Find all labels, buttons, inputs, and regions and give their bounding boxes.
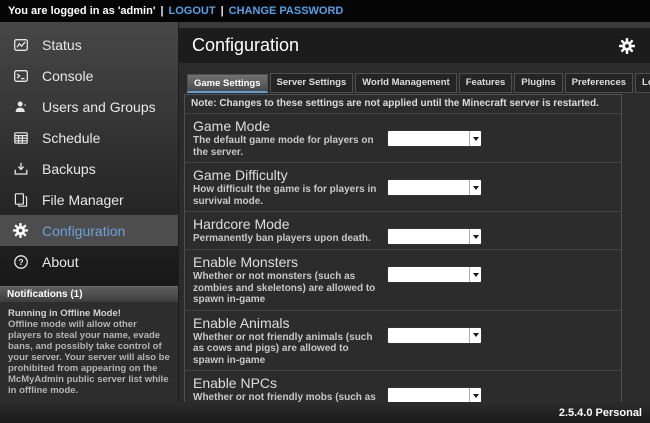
notifications-header-label: Notifications (1): [7, 289, 83, 300]
gear-icon: [618, 37, 636, 55]
sidebar: Status Console Users and Groups: [0, 22, 178, 402]
notifications-body: Running in Offline Mode! Offline mode wi…: [0, 302, 178, 402]
backups-download-icon: [12, 160, 29, 177]
console-icon: [12, 67, 29, 84]
sidebar-item-label: Backups: [42, 161, 96, 177]
chevron-down-icon: [469, 180, 481, 195]
schedule-icon: [12, 129, 29, 146]
sidebar-item-label: Console: [42, 68, 93, 84]
setting-description: The default game mode for players on the…: [193, 135, 381, 158]
setting-name: Hardcore Mode: [193, 216, 381, 232]
tab-plugins[interactable]: Plugins: [514, 73, 562, 93]
sidebar-menu: Status Console Users and Groups: [0, 22, 178, 286]
enable-animals-select[interactable]: [387, 327, 482, 344]
sidebar-item-status[interactable]: Status: [0, 29, 178, 60]
separator: |: [160, 5, 163, 17]
footer-bar: 2.5.4.0 Personal: [0, 402, 650, 423]
setting-name: Game Mode: [193, 118, 381, 134]
setting-name: Game Difficulty: [193, 167, 381, 183]
sidebar-item-configuration[interactable]: Configuration: [0, 215, 178, 246]
setting-name: Enable Animals: [193, 315, 381, 331]
setting-row-hardcore-mode: Hardcore Mode Permanently ban players up…: [185, 212, 621, 250]
sidebar-item-console[interactable]: Console: [0, 60, 178, 91]
sidebar-item-label: Configuration: [42, 223, 125, 239]
chevron-down-icon: [469, 229, 481, 244]
main-header: Configuration: [179, 28, 650, 63]
game-settings-panel: Note: Changes to these settings are not …: [184, 94, 622, 402]
restart-note: Note: Changes to these settings are not …: [185, 95, 621, 114]
tab-features[interactable]: Features: [459, 73, 513, 93]
sidebar-item-label: Users and Groups: [42, 99, 156, 115]
setting-description: Permanently ban players upon death.: [193, 233, 381, 245]
status-chart-icon: [12, 36, 29, 53]
notification-text: Offline mode will allow other players to…: [8, 319, 170, 396]
sidebar-item-file-manager[interactable]: File Manager: [0, 184, 178, 215]
chevron-down-icon: [469, 131, 481, 146]
setting-description: Whether or not monsters (such as zombies…: [193, 271, 381, 306]
sidebar-item-label: Status: [42, 37, 82, 53]
change-password-link[interactable]: CHANGE PASSWORD: [229, 5, 344, 17]
logout-link[interactable]: LOGOUT: [169, 5, 216, 17]
setting-name: Enable NPCs: [193, 375, 381, 391]
svg-text:?: ?: [18, 257, 23, 267]
setting-description: Whether or not friendly animals (such as…: [193, 332, 381, 367]
config-tabs: Game Settings Server Settings World Mana…: [187, 73, 650, 93]
chevron-down-icon: [469, 328, 481, 343]
setting-row-game-mode: Game Mode The default game mode for play…: [185, 114, 621, 163]
game-difficulty-select[interactable]: [387, 179, 482, 196]
sidebar-item-label: File Manager: [42, 192, 124, 208]
sidebar-item-label: About: [42, 254, 79, 270]
setting-name: Enable Monsters: [193, 254, 381, 270]
file-pages-icon: [12, 191, 29, 208]
chevron-down-icon: [469, 388, 481, 402]
tab-world-management[interactable]: World Management: [355, 73, 456, 93]
tab-login-users[interactable]: Login Users: [635, 73, 650, 93]
game-mode-select[interactable]: [387, 130, 482, 147]
tab-preferences[interactable]: Preferences: [565, 73, 633, 93]
chevron-down-icon: [469, 267, 481, 282]
setting-row-enable-monsters: Enable Monsters Whether or not monsters …: [185, 250, 621, 311]
setting-description: Whether or not friendly mobs (such as vi…: [193, 392, 381, 402]
top-bar: You are logged in as 'admin' | LOGOUT | …: [0, 0, 650, 22]
main-panel: Configuration: [178, 22, 650, 402]
tab-server-settings[interactable]: Server Settings: [270, 73, 354, 93]
setting-row-enable-npcs: Enable NPCs Whether or not friendly mobs…: [185, 371, 621, 402]
version-label: 2.5.4.0 Personal: [559, 407, 642, 419]
users-icon: [12, 98, 29, 115]
setting-description: How difficult the game is for players in…: [193, 184, 381, 207]
setting-row-game-difficulty: Game Difficulty How difficult the game i…: [185, 163, 621, 212]
sidebar-item-schedule[interactable]: Schedule: [0, 122, 178, 153]
sidebar-item-backups[interactable]: Backups: [0, 153, 178, 184]
notifications-header[interactable]: Notifications (1): [0, 286, 178, 302]
logged-in-text: You are logged in as 'admin': [8, 5, 155, 17]
enable-npcs-select[interactable]: [387, 387, 482, 402]
question-circle-icon: ?: [12, 253, 29, 270]
sidebar-item-users-and-groups[interactable]: Users and Groups: [0, 91, 178, 122]
hardcore-mode-select[interactable]: [387, 228, 482, 245]
tab-game-settings[interactable]: Game Settings: [187, 74, 268, 93]
notification-title: Running in Offline Mode!: [8, 308, 170, 319]
enable-monsters-select[interactable]: [387, 266, 482, 283]
sidebar-item-about[interactable]: ? About: [0, 246, 178, 277]
sidebar-item-label: Schedule: [42, 130, 100, 146]
setting-row-enable-animals: Enable Animals Whether or not friendly a…: [185, 311, 621, 372]
settings-gear-button[interactable]: [617, 36, 637, 56]
gear-icon: [12, 222, 29, 239]
page-title: Configuration: [192, 35, 617, 56]
separator: |: [221, 5, 224, 17]
